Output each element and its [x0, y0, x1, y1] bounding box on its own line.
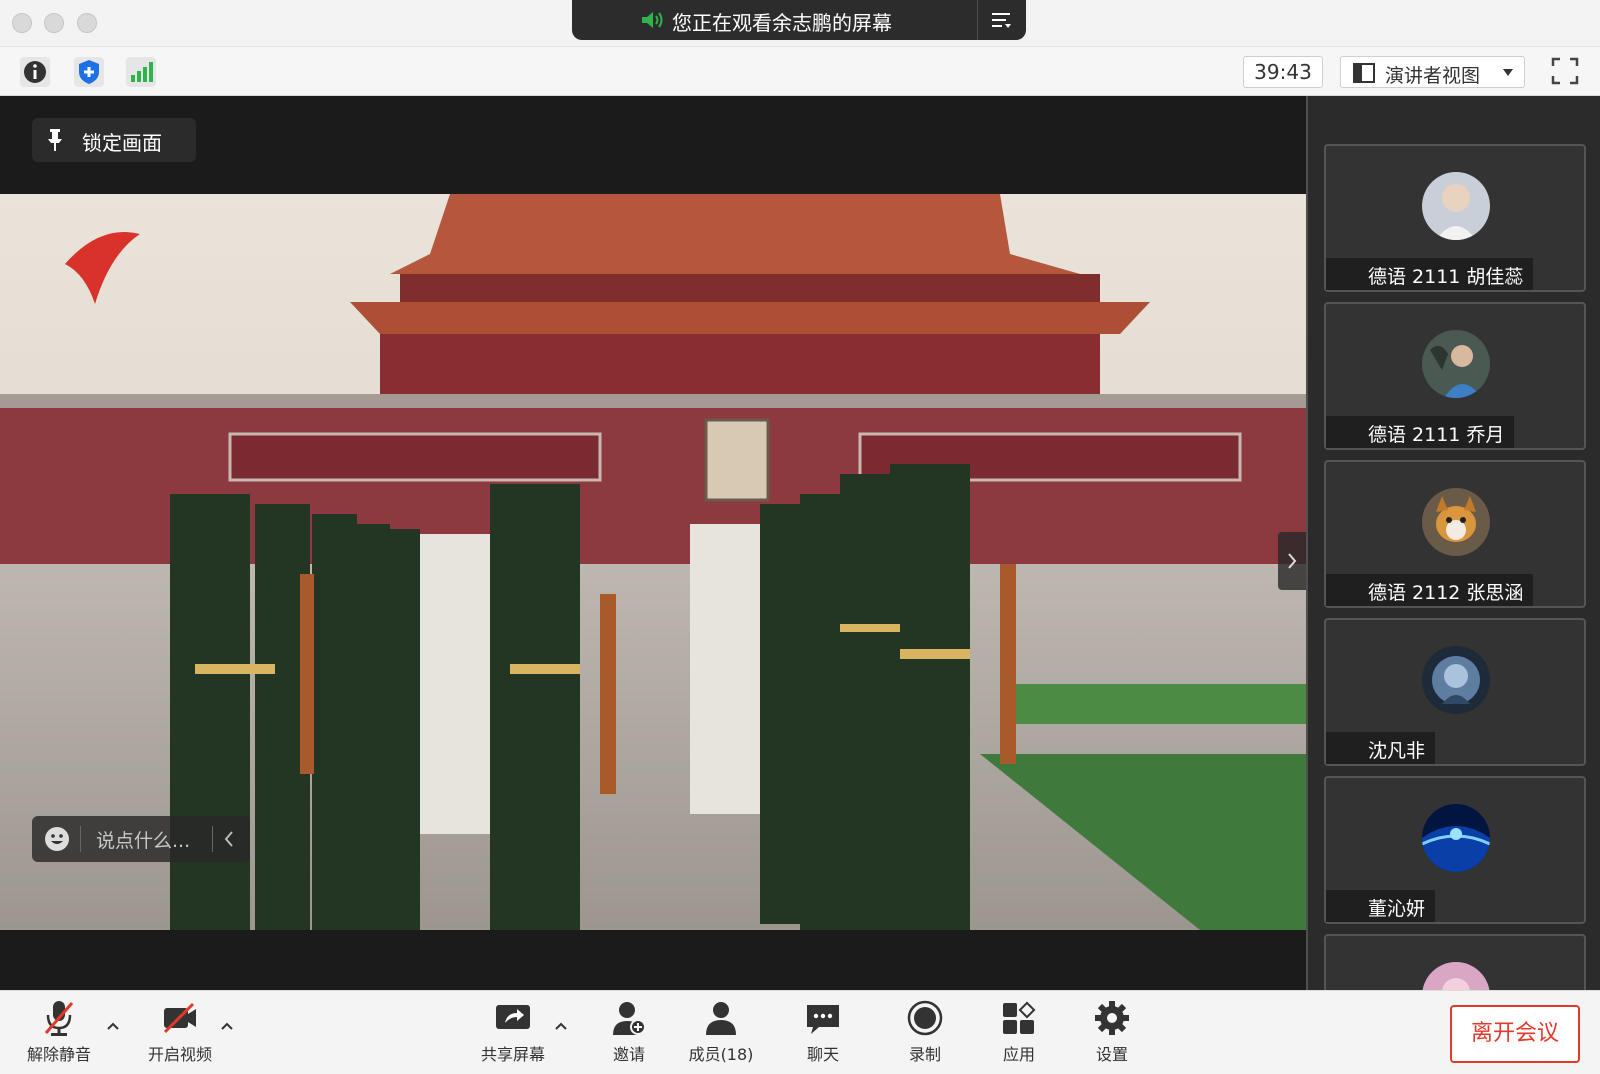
participant-tile[interactable]: 德语 2111 乔月 [1324, 302, 1586, 450]
share-screen-icon [496, 1005, 530, 1029]
share-screen-button[interactable]: 共享屏幕 [468, 997, 558, 1071]
shield-icon[interactable] [74, 57, 104, 87]
invite-label: 邀请 [612, 1045, 645, 1064]
settings-label: 设置 [1095, 1045, 1128, 1064]
bottom-control-bar: 解除静音 开启视频 共享屏幕 邀请 成员(18) 聊天 录制 应用 设置 离开会… [0, 990, 1600, 1074]
avatar [1422, 804, 1490, 872]
fullscreen-icon[interactable] [1551, 57, 1579, 85]
participant-tile[interactable]: 德语 2111 胡佳蕊 [1324, 144, 1586, 292]
participant-name: 德语 2112 张思涵 [1326, 574, 1534, 606]
unmute-button[interactable]: 解除静音 [14, 997, 104, 1071]
members-button[interactable]: 成员(18) [676, 997, 766, 1071]
chat-input-box[interactable]: 说点什么... [32, 816, 250, 862]
chevron-up-icon[interactable] [106, 1021, 120, 1031]
chat-button[interactable]: 聊天 [778, 997, 868, 1071]
window-zoom-button[interactable] [77, 13, 97, 33]
apps-button[interactable]: 应用 [974, 997, 1064, 1071]
record-icon [907, 1000, 943, 1036]
participant-name: 德语 2111 乔月 [1326, 416, 1515, 448]
record-button[interactable]: 录制 [880, 997, 970, 1071]
chevron-up-icon[interactable] [554, 1021, 568, 1031]
members-icon [706, 1002, 736, 1035]
avatar [1422, 172, 1490, 240]
chevron-up-icon[interactable] [220, 1021, 234, 1031]
avatar [1422, 488, 1490, 556]
settings-button[interactable]: 设置 [1067, 997, 1157, 1071]
meeting-timer: 39:43 [1243, 56, 1323, 88]
participant-tile[interactable] [1324, 934, 1586, 990]
shared-screen-area: 锁定画面 说点什么... [0, 96, 1306, 990]
chat-icon [807, 1005, 839, 1034]
signal-icon[interactable] [126, 57, 156, 87]
add-user-icon [613, 1002, 646, 1035]
record-label: 录制 [908, 1045, 941, 1064]
members-label: 成员(18) [688, 1045, 754, 1064]
invite-button[interactable]: 邀请 [584, 997, 674, 1071]
chevron-left-icon[interactable] [222, 830, 236, 848]
layout-icon [1353, 63, 1375, 83]
participant-tile[interactable]: 德语 2112 张思涵 [1324, 460, 1586, 608]
share-banner-text: 您正在观看余志鹏的屏幕 [672, 11, 892, 35]
gear-icon [1095, 1001, 1129, 1035]
window-minimize-button[interactable] [44, 13, 64, 33]
view-mode-label: 演讲者视图 [1385, 65, 1481, 87]
video-off-icon [163, 1002, 196, 1034]
participant-sidebar: 德语 2111 胡佳蕊 德语 2111 乔月 德语 2112 张思涵 沈凡非 董… [1306, 96, 1600, 990]
share-screen-label: 共享屏幕 [480, 1045, 545, 1064]
top-toolbar: 39:43 演讲者视图 [0, 46, 1600, 96]
chevron-down-icon [1503, 69, 1513, 76]
collapse-sidebar-button[interactable] [1278, 532, 1306, 590]
participant-tile[interactable]: 董沁妍 [1324, 776, 1586, 924]
pin-icon [48, 129, 62, 151]
avatar [1422, 962, 1490, 990]
window-close-button[interactable] [12, 13, 32, 33]
participant-name: 董沁妍 [1326, 890, 1436, 922]
lock-view-label: 锁定画面 [82, 131, 162, 155]
emoji-icon[interactable] [44, 826, 70, 852]
share-banner: 您正在观看余志鹏的屏幕 [572, 0, 1026, 40]
lock-view-button[interactable]: 锁定画面 [32, 118, 196, 162]
title-bar: 您正在观看余志鹏的屏幕 [0, 0, 1600, 46]
chat-placeholder: 说点什么... [96, 830, 191, 852]
participant-name: 沈凡非 [1326, 732, 1436, 764]
apps-icon [1003, 1001, 1036, 1034]
start-video-label: 开启视频 [147, 1045, 212, 1064]
avatar [1422, 646, 1490, 714]
speaker-icon [642, 12, 663, 28]
participant-tile[interactable]: 沈凡非 [1324, 618, 1586, 766]
chat-label: 聊天 [806, 1045, 839, 1064]
view-mode-dropdown[interactable]: 演讲者视图 [1340, 56, 1525, 88]
unmute-label: 解除静音 [26, 1045, 91, 1064]
start-video-button[interactable]: 开启视频 [135, 997, 225, 1071]
leave-meeting-button[interactable]: 离开会议 [1450, 1005, 1580, 1063]
apps-label: 应用 [1002, 1045, 1035, 1064]
avatar [1422, 330, 1490, 398]
menu-icon[interactable] [990, 10, 1012, 30]
info-icon[interactable] [20, 57, 50, 87]
chevron-right-icon [1288, 553, 1297, 569]
participant-name: 德语 2111 胡佳蕊 [1326, 258, 1534, 290]
muted-mic-icon [44, 1001, 74, 1036]
